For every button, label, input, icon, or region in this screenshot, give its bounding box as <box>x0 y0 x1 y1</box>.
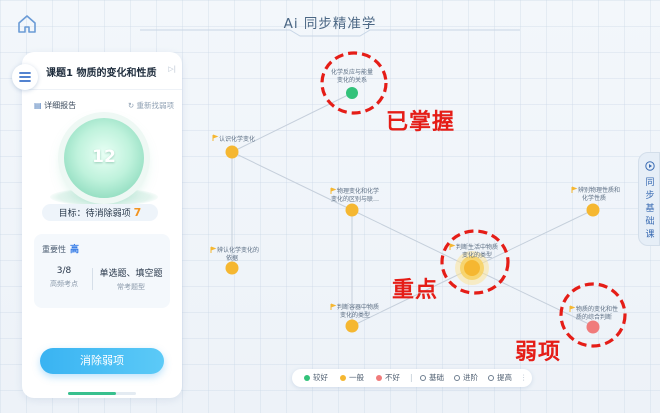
annotation-mastered: 已掌握 <box>386 110 456 135</box>
node-label: 物理变化和化学 <box>337 187 379 195</box>
legend-improve[interactable]: 提高 <box>488 369 512 387</box>
node-n7[interactable]: 辨别物理性质和 化学性质 <box>571 186 620 217</box>
goal-label: 目标：待消除弱项 <box>58 209 131 219</box>
sync-course-tab[interactable]: 同步基础课 <box>638 152 660 246</box>
refind-label: 重新找弱项 <box>136 101 175 110</box>
stat-label: 常考题型 <box>117 283 145 291</box>
collapse-icon[interactable]: ▷| <box>168 65 176 73</box>
lesson-panel: 课题1 物质的变化和性质 ▷| ▤ 详细报告 ↻ 重新找弱项 12 目标：待消除… <box>22 52 182 398</box>
stat-question-types: 单选题、填空题 常考题型 <box>96 266 166 292</box>
node-label: 判断生活中物质 <box>456 243 498 251</box>
node-label: 辨别物理性质和 <box>578 186 620 194</box>
panel-header: 课题1 物质的变化和性质 ▷| <box>22 52 182 90</box>
node-n5[interactable]: 判断生活中物质 变化的类型 <box>449 243 498 285</box>
legend-poor: 不好 <box>376 369 400 387</box>
legend-advanced[interactable]: 进阶 <box>454 369 478 387</box>
node-n2[interactable]: 认识化学变化 <box>212 134 255 159</box>
node-label: 物质的变化和性 <box>576 305 618 313</box>
play-icon <box>645 161 655 171</box>
node-label: 化学反应与能量 <box>331 68 373 76</box>
node-label: 变化的类型 <box>462 251 492 259</box>
report-icon: ▤ <box>34 101 42 110</box>
report-link[interactable]: ▤ 详细报告 <box>34 100 76 111</box>
report-label: 详细报告 <box>44 101 77 110</box>
menu-icon <box>19 72 31 82</box>
node-n1[interactable]: 化学反应与能量 变化的关系 <box>331 68 373 99</box>
importance-label: 重要性 <box>42 245 66 254</box>
progress-bar <box>68 392 136 395</box>
node-label: 辨认化学变化的 <box>217 246 259 254</box>
sync-course-label: 同步基础课 <box>645 178 655 240</box>
importance-value: 高 <box>70 245 80 255</box>
annotation-key: 重点 <box>392 278 439 303</box>
menu-button[interactable] <box>12 64 38 90</box>
info-card: 重要性高 3/8 高频考点 单选题、填空题 常考题型 <box>34 234 170 308</box>
node-label: 判断容器中物质 <box>337 303 379 311</box>
node-n3[interactable]: 物理变化和化学 变化的区别与联… <box>330 187 379 217</box>
stat-value: 3/8 <box>56 266 72 276</box>
refresh-icon: ↻ <box>127 101 135 110</box>
orb-value: 12 <box>92 147 116 167</box>
node-label: 依据 <box>226 254 238 262</box>
refind-link[interactable]: ↻ 重新找弱项 <box>128 100 174 111</box>
progress-fill <box>68 392 116 395</box>
node-n8[interactable]: 物质的变化和性 质的综合判断 <box>569 305 618 334</box>
node-label: 变化的类型 <box>340 311 370 319</box>
legend-good: 较好 <box>304 369 328 387</box>
lesson-title: 课题1 物质的变化和性质 <box>46 68 157 79</box>
legend-separator: | <box>410 373 413 382</box>
goal-count: 7 <box>133 206 142 219</box>
node-label: 质的综合判断 <box>576 313 612 321</box>
node-label: 化学性质 <box>582 194 606 202</box>
legend-fair: 一般 <box>340 369 364 387</box>
legend-basic[interactable]: 基础 <box>420 369 444 387</box>
node-label: 变化的关系 <box>337 76 367 84</box>
clear-weakness-button[interactable]: 消除弱项 <box>40 348 164 374</box>
annotation-weak: 弱项 <box>515 340 562 365</box>
stat-value: 单选题、填空题 <box>99 269 163 279</box>
node-n6[interactable]: 判断容器中物质 变化的类型 <box>330 303 379 333</box>
map-legend: 较好 一般 不好 | 基础 进阶 提高 ⋮ <box>292 369 532 387</box>
importance: 重要性高 <box>42 242 79 255</box>
stat-frequency: 3/8 高频考点 <box>40 266 88 289</box>
node-n4[interactable]: 辨认化学变化的 依据 <box>210 246 259 275</box>
divider <box>92 268 93 290</box>
node-label: 变化的区别与联… <box>331 195 379 203</box>
goal-badge: 目标：待消除弱项 7 <box>42 204 158 221</box>
stat-label: 高频考点 <box>50 280 78 288</box>
node-label: 认识化学变化 <box>219 135 255 143</box>
legend-more-icon[interactable]: ⋮ <box>520 369 528 387</box>
